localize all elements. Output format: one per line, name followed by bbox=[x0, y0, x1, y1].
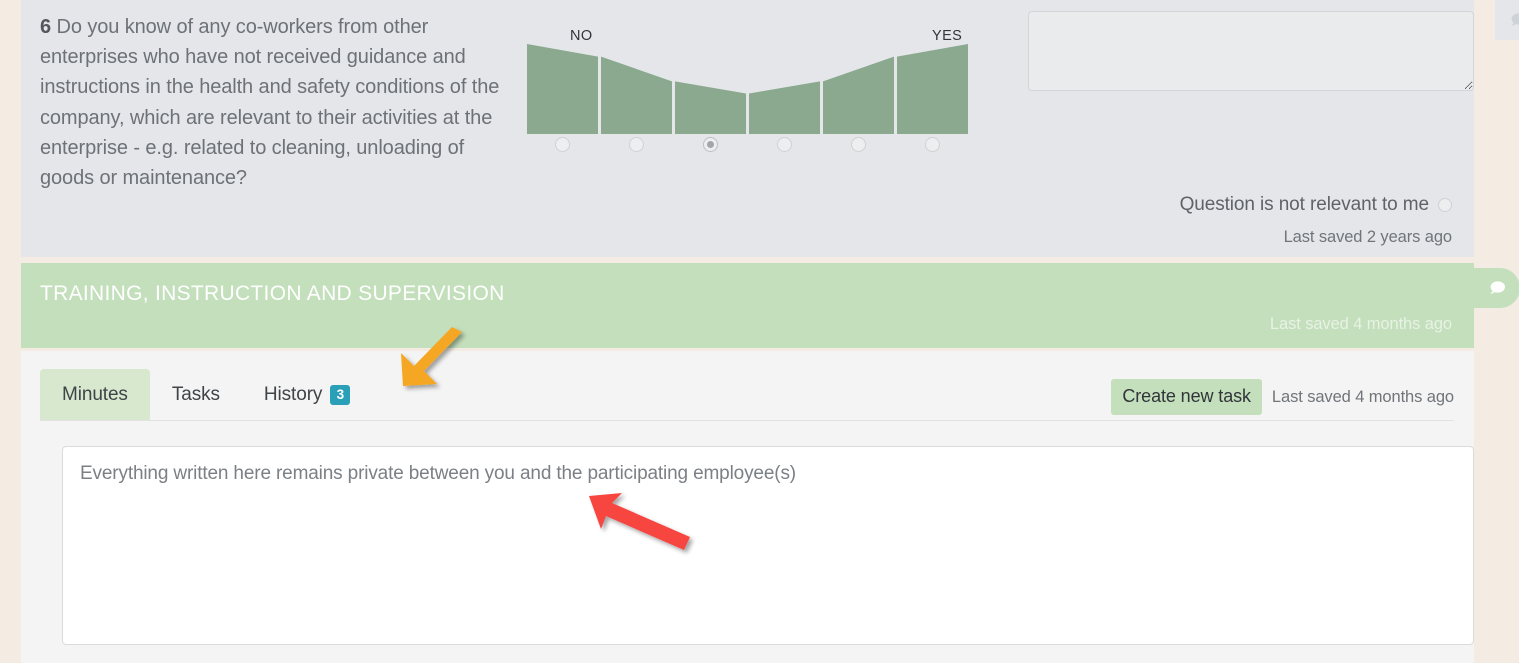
tab-minutes[interactable]: Minutes bbox=[40, 369, 150, 420]
section-last-saved: Last saved 4 months ago bbox=[1269, 315, 1452, 333]
tabbar-last-saved: Last saved 4 months ago bbox=[1271, 387, 1454, 406]
tab-badge-count: 3 bbox=[330, 384, 351, 405]
scale-radio-4[interactable] bbox=[777, 137, 792, 152]
scale-bar-segment[interactable] bbox=[527, 44, 598, 134]
scale-bar-segment[interactable] bbox=[897, 44, 968, 134]
scale-radio-row bbox=[527, 137, 997, 163]
tab-label: Minutes bbox=[62, 383, 128, 405]
scale-radio-2[interactable] bbox=[629, 137, 644, 152]
comment-bubble-icon bbox=[1510, 12, 1519, 26]
tabbar-right-controls: Create new task Last saved 4 months ago bbox=[1111, 379, 1454, 415]
section-title: TRAINING, INSTRUCTION AND SUPERVISION bbox=[40, 282, 505, 305]
comment-bubble-icon bbox=[1489, 280, 1505, 294]
not-relevant-radio[interactable] bbox=[1438, 198, 1452, 212]
scale-bar-segment[interactable] bbox=[601, 56, 672, 134]
page-root: 6 Do you know of any co-workers from oth… bbox=[0, 0, 1519, 663]
section-comment-tab[interactable] bbox=[1474, 268, 1519, 308]
tab-label: History bbox=[263, 383, 323, 405]
question-number: 6 bbox=[40, 16, 52, 38]
tab-history[interactable]: History 3 bbox=[242, 369, 372, 420]
not-relevant-label: Question is not relevant to me bbox=[1179, 194, 1430, 215]
scale-radio-1[interactable] bbox=[555, 137, 570, 152]
section-header: TRAINING, INSTRUCTION AND SUPERVISION La… bbox=[21, 263, 1474, 348]
tab-tasks[interactable]: Tasks bbox=[150, 369, 242, 420]
question-last-saved: Last saved 2 years ago bbox=[1283, 228, 1453, 246]
question-comment-box[interactable] bbox=[1028, 11, 1474, 91]
question-body: Do you know of any co-workers from other… bbox=[40, 16, 500, 190]
scale-bar-segment[interactable] bbox=[823, 56, 894, 134]
scale-bar-segment[interactable] bbox=[749, 81, 820, 134]
scale-bars-chart bbox=[527, 44, 968, 134]
question-comment-tab[interactable] bbox=[1495, 0, 1519, 40]
question-panel: 6 Do you know of any co-workers from oth… bbox=[21, 0, 1519, 257]
question-text: 6 Do you know of any co-workers from oth… bbox=[40, 12, 503, 193]
tab-list: Minutes Tasks History 3 bbox=[40, 369, 372, 420]
tab-label: Tasks bbox=[171, 383, 220, 405]
not-relevant-row[interactable]: Question is not relevant to me bbox=[1180, 194, 1452, 216]
scale-radio-3[interactable] bbox=[703, 137, 718, 152]
scale-label-no: NO bbox=[570, 28, 593, 44]
answer-scale: NO YES bbox=[527, 28, 997, 163]
scale-label-yes: YES bbox=[932, 28, 963, 44]
scale-radio-5[interactable] bbox=[851, 137, 866, 152]
tab-bar: Minutes Tasks History 3 Create new task Las… bbox=[40, 369, 1454, 421]
section-content-area: Minutes Tasks History 3 Create new task Las… bbox=[21, 351, 1474, 663]
scale-radio-6[interactable] bbox=[925, 137, 940, 152]
scale-bar-segment[interactable] bbox=[675, 81, 746, 134]
minutes-textarea[interactable] bbox=[62, 446, 1474, 645]
create-new-task-button[interactable]: Create new task bbox=[1111, 379, 1262, 415]
